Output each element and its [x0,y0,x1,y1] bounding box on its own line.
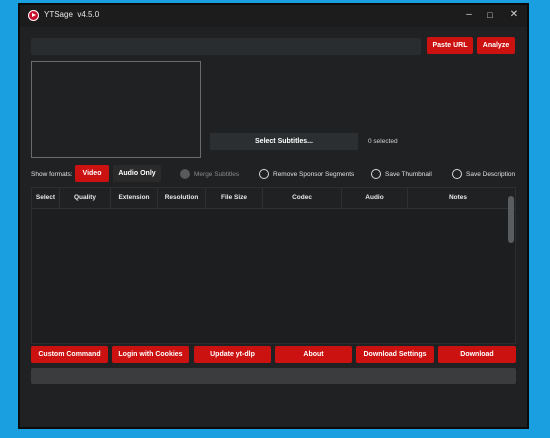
save-description-checkbox[interactable] [452,169,462,179]
download-settings-button[interactable]: Download Settings [356,346,434,363]
formats-table: Select Quality Extension Resolution File… [31,187,516,344]
minimize-icon[interactable]: – [461,8,477,22]
save-thumbnail-label: Save Thumbnail [385,171,432,178]
login-with-cookies-button[interactable]: Login with Cookies [112,346,189,363]
youtube-logo-icon [28,10,39,21]
download-progress-bar [31,368,516,384]
close-icon[interactable]: ✕ [506,8,522,22]
save-description-label: Save Description [466,171,516,178]
column-header-notes[interactable]: Notes [408,188,508,208]
merge-subtitles-checkbox[interactable] [180,169,190,179]
video-format-button[interactable]: Video [75,165,109,182]
remove-sponsor-label: Remove Sponsor Segments [273,171,355,178]
column-header-select[interactable]: Select [32,188,60,208]
select-subtitles-button[interactable]: Select Subtitles... [210,133,358,150]
save-thumbnail-checkbox[interactable] [371,169,381,179]
download-button[interactable]: Download [438,346,516,363]
update-ytdlp-button[interactable]: Update yt-dlp [194,346,271,363]
thumbnail-preview [31,61,201,158]
column-header-resolution[interactable]: Resolution [158,188,206,208]
table-scrollbar[interactable] [508,196,514,243]
maximize-icon[interactable]: □ [482,8,498,22]
app-version: v4.5.0 [77,10,100,19]
column-header-codec[interactable]: Codec [263,188,342,208]
table-header: Select Quality Extension Resolution File… [32,188,515,209]
app-name: YTSage [44,10,73,19]
show-formats-label: Show formats: [31,171,73,178]
app-window: YTSage v4.5.0 – □ ✕ Paste URL Analyze Se… [18,3,529,429]
paste-url-button[interactable]: Paste URL [427,37,473,54]
about-button[interactable]: About [275,346,352,363]
column-header-quality[interactable]: Quality [60,188,111,208]
custom-command-button[interactable]: Custom Command [31,346,108,363]
analyze-button[interactable]: Analyze [477,37,515,54]
window-title: YTSage v4.5.0 [44,10,99,19]
audio-only-format-button[interactable]: Audio Only [113,165,161,182]
column-header-audio[interactable]: Audio [342,188,408,208]
remove-sponsor-checkbox[interactable] [259,169,269,179]
title-bar[interactable]: YTSage v4.5.0 – □ ✕ [20,5,527,27]
column-header-file-size[interactable]: File Size [206,188,263,208]
column-header-extension[interactable]: Extension [111,188,158,208]
merge-subtitles-label: Merge Subtitles [194,171,240,178]
subtitles-selected-count: 0 selected [368,138,398,145]
url-input[interactable] [31,38,421,55]
